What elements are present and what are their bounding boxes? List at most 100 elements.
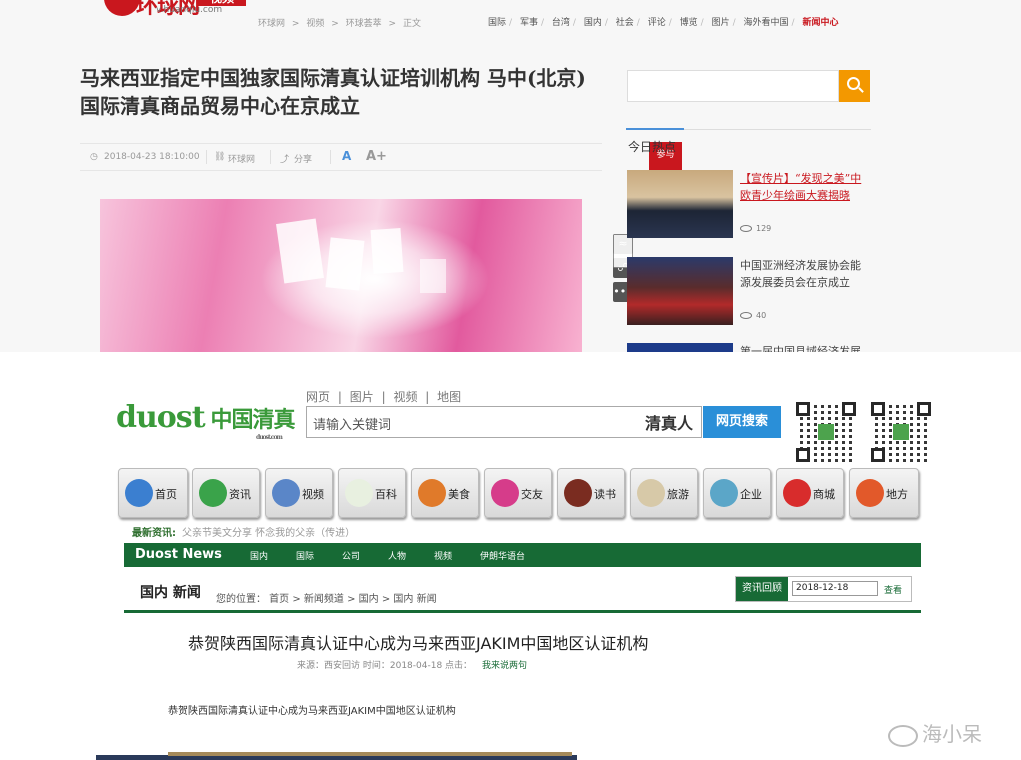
category-mall[interactable]: 商城: [776, 468, 844, 518]
search-brand-logo: 清真人: [644, 414, 693, 433]
article-meta-text: 来源：西安回访 时间：2018-04-18 点击：: [297, 661, 473, 671]
qrcode-icon: [796, 402, 856, 462]
source-label[interactable]: 环球网: [228, 152, 255, 165]
weibo-icon: [888, 724, 918, 747]
huanqiu-screenshot: 环球网 视频 v.huanqiu.com 环球网 > 视频 > 环球荟萃 > 正…: [0, 0, 1021, 352]
nav-opinion[interactable]: 评论: [648, 18, 666, 28]
search-placeholder: 请输入关键词: [313, 418, 392, 433]
category-news[interactable]: 资讯: [192, 468, 260, 518]
nav-society[interactable]: 社会: [616, 18, 634, 28]
nav-overseas[interactable]: 海外看中国: [744, 18, 789, 28]
logo-url: v.huanqiu.com: [156, 5, 223, 15]
site-search-input[interactable]: [627, 70, 839, 102]
huanqiu-logo[interactable]: 环球网 视频 v.huanqiu.com: [104, 0, 254, 26]
font-smaller-button[interactable]: A: [342, 149, 351, 163]
category-social[interactable]: 交友: [484, 468, 552, 518]
nav-people[interactable]: 人物: [388, 549, 406, 562]
category-food[interactable]: 美食: [411, 468, 479, 518]
breadcrumb-sep: >: [291, 19, 300, 29]
latest-news-ticker: 最新资讯: 父亲节美文分享 怀念我的父亲（传进）: [132, 524, 355, 539]
shop-icon: [783, 479, 811, 507]
latest-label: 最新资讯:: [132, 528, 176, 539]
article-meta: 来源：西安回访 时间：2018-04-18 点击： 我来说两句: [297, 658, 527, 671]
plant-icon: [345, 479, 373, 507]
breadcrumb: 环球网 > 视频 > 环球荟萃 > 正文: [258, 16, 425, 29]
hot-thumbnail[interactable]: [627, 257, 733, 325]
category-books[interactable]: 读书: [557, 468, 625, 518]
category-wiki[interactable]: 百科: [338, 468, 406, 518]
nav-international[interactable]: 国际: [296, 549, 314, 562]
video-player[interactable]: [100, 199, 582, 352]
category-video[interactable]: 视频: [265, 468, 333, 518]
comment-link[interactable]: 我来说两句: [482, 661, 527, 671]
breadcrumb-home[interactable]: 环球网: [258, 19, 285, 29]
search-button[interactable]: [839, 70, 870, 102]
nav-brand[interactable]: Duost News: [135, 547, 222, 562]
infinity-icon: [491, 479, 519, 507]
share-button[interactable]: 分享: [294, 152, 312, 165]
eye-icon: [740, 312, 752, 319]
duost-logo-sub: duost.com: [256, 434, 283, 441]
category-business[interactable]: 企业: [703, 468, 771, 518]
web-search-button[interactable]: 网页搜索: [703, 406, 781, 438]
nav-video[interactable]: 视频: [434, 549, 452, 562]
tab-images[interactable]: 图片: [350, 390, 374, 404]
nav-photos[interactable]: 图片: [712, 18, 730, 28]
category-travel[interactable]: 旅游: [630, 468, 698, 518]
tab-web[interactable]: 网页: [306, 390, 330, 404]
font-larger-button[interactable]: A+: [366, 149, 387, 164]
nav-military[interactable]: 军事: [520, 18, 538, 28]
tv-icon: [272, 479, 300, 507]
location-breadcrumb[interactable]: 您的位置： 首页 > 新闻频道 > 国内 > 国内 新闻: [216, 590, 437, 605]
nav-news-center[interactable]: 新闻中心: [802, 18, 838, 28]
nav-taiwan[interactable]: 台湾: [552, 18, 570, 28]
breadcrumb-sep: >: [331, 19, 339, 29]
latest-link[interactable]: 父亲节美文分享 怀念我的父亲（传进）: [182, 528, 355, 539]
clock-icon: ◷: [90, 152, 98, 162]
duost-screenshot: duost 中国清真 duost.com 网页 | 图片 | 视频 | 地图 请输…: [0, 352, 1021, 760]
nav-iran-tv[interactable]: 伊朗华语台: [480, 549, 525, 562]
archive-search: 资讯回顾 2018-12-18 查看: [735, 576, 912, 602]
building-icon: [710, 479, 738, 507]
hot-item-link[interactable]: 中国亚洲经济发展协会能源发展委员会在京成立: [740, 257, 870, 291]
link-icon: ⛓: [214, 152, 226, 162]
mosque-icon: [637, 479, 665, 507]
archive-view-button[interactable]: 查看: [884, 583, 902, 596]
qrcode-icon: [871, 402, 931, 462]
food-icon: [418, 479, 446, 507]
share-icon: ⤴: [280, 155, 290, 165]
nav-domestic[interactable]: 国内: [250, 549, 268, 562]
breadcrumb-video[interactable]: 视频: [306, 19, 324, 29]
category-local[interactable]: 地方: [849, 468, 919, 518]
nav-company[interactable]: 公司: [342, 549, 360, 562]
breadcrumb-sep: >: [388, 19, 397, 29]
keyword-search-input[interactable]: 请输入关键词 清真人: [306, 406, 702, 438]
article-image: [96, 752, 577, 760]
article-title: 恭贺陕西国际清真认证中心成为马来西亚JAKIM中国地区认证机构: [188, 634, 649, 653]
tab-map[interactable]: 地图: [437, 390, 461, 404]
top-nav: 国际 / 军事 / 台湾 / 国内 / 社会 / 评论 / 博览 / 图片 / 海外看中国 / 新…: [488, 18, 839, 28]
hot-item-link[interactable]: 第一届中国县域经济发展: [740, 343, 870, 352]
hot-thumbnail[interactable]: [627, 170, 733, 238]
nav-international[interactable]: 国际: [488, 18, 506, 28]
nav-domestic[interactable]: 国内: [584, 18, 602, 28]
green-nav-bar: Duost News 国内 国际 公司 人物 视频 伊朗华语台: [124, 543, 921, 567]
home-icon: [125, 479, 153, 507]
article-meta-bar: ◷ 2018-04-23 18:10:00 ⛓ 环球网 ⤴ 分享 A A+ 参与: [80, 142, 682, 171]
tab-video[interactable]: 视频: [393, 390, 417, 404]
category-bar: 首页 资讯 视频 百科 美食 交友 读书 旅游 企业 商城 地方: [118, 468, 923, 518]
duost-logo[interactable]: duost 中国清真 duost.com: [116, 400, 296, 441]
nav-expo[interactable]: 博览: [680, 18, 698, 28]
globe-info-icon: [199, 479, 227, 507]
hot-thumbnail[interactable]: [627, 343, 733, 352]
archive-date-input[interactable]: 2018-12-18: [792, 581, 878, 596]
duost-logo-cn: 中国清真: [210, 408, 296, 433]
eye-icon: [740, 225, 752, 232]
article-body: 恭贺陕西国际清真认证中心成为马来西亚JAKIM中国地区认证机构: [168, 706, 456, 717]
hot-item-link[interactable]: 【宣传片】“发现之美”中欧青少年绘画大赛揭晓: [740, 170, 870, 204]
huanqiu-logo-mark: [104, 0, 140, 16]
duost-logo-text: duost: [116, 400, 206, 435]
section-header: 国内 新闻 您的位置： 首页 > 新闻频道 > 国内 > 国内 新闻 资讯回顾 …: [124, 576, 921, 613]
category-home[interactable]: 首页: [118, 468, 188, 518]
breadcrumb-channel[interactable]: 环球荟萃: [346, 19, 382, 29]
